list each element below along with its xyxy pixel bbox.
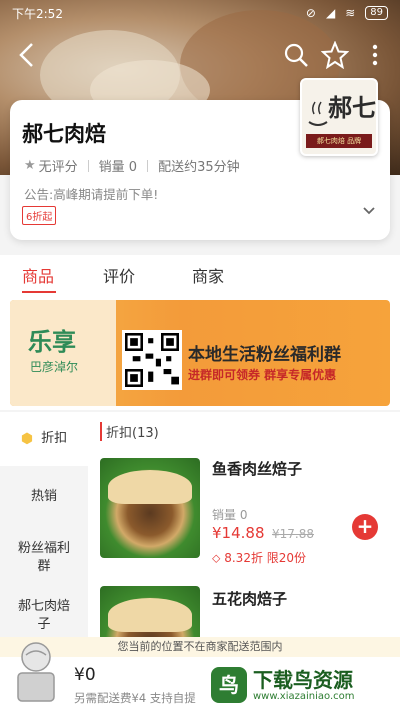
store-notice: 公告:高峰期请提前下单! <box>24 187 159 202</box>
logo-text: 郝七 <box>328 93 376 122</box>
delivery-time: 配送约35分钟 <box>158 160 240 175</box>
product-list: 折扣(13) 鱼香肉丝焙子 销量 0 ¥14.88 ¥17.88 ⬦ 8.32折… <box>88 412 400 642</box>
category-haoqi[interactable]: 郝七肉焙子 <box>0 598 88 634</box>
product-price: ¥14.88 <box>212 524 265 542</box>
status-time: 下午2:52 <box>12 6 63 21</box>
back-icon <box>19 43 33 67</box>
promo-title: 本地生活粉丝福利群 <box>188 345 341 365</box>
discount-badge: 6折起 <box>22 206 57 225</box>
search-icon <box>284 43 308 67</box>
watermark-title: 下载鸟资源 <box>253 667 353 692</box>
watermark: 鸟 下载鸟资源 www.xiazainiao.com <box>205 660 400 710</box>
watermark-url: www.xiazainiao.com <box>253 690 355 702</box>
store-tabs: 商品 评价 商家 <box>0 255 400 295</box>
divider <box>147 159 149 172</box>
product-image[interactable] <box>100 586 200 642</box>
product-name[interactable]: 五花肉焙子 <box>212 588 287 609</box>
mute-icon: ⊘ <box>305 6 316 20</box>
product-old-price: ¥17.88 <box>272 527 314 541</box>
tab-merchant[interactable]: 商家 <box>192 263 224 287</box>
promo-logo-main: 乐享 <box>28 328 76 356</box>
category-hot[interactable]: 热销 <box>0 488 88 506</box>
section-title: 折扣(13) <box>100 422 159 441</box>
tag-icon: ⬦ <box>212 551 221 565</box>
cart-total: ¥0 <box>74 665 96 685</box>
chevron-down-icon[interactable] <box>362 206 376 216</box>
category-fans-group[interactable]: 粉丝福利群 <box>0 540 88 576</box>
product-discount: ⬦ 8.32折 限20份 <box>212 549 306 566</box>
product-name[interactable]: 鱼香肉丝焙子 <box>212 458 302 479</box>
star-icon <box>321 41 349 69</box>
promo-logo-area: 乐享 巴彦淖尔 <box>10 300 116 406</box>
category-discount[interactable]: ⬢ 折扣 <box>0 412 88 466</box>
qr-code-icon <box>122 330 182 390</box>
tab-reviews[interactable]: 评价 <box>103 263 135 287</box>
promo-logo-sub: 巴彦淖尔 <box>30 360 79 374</box>
store-rating: 无评分 <box>38 160 78 175</box>
store-logo: 郝七 郝七肉焙 品牌 <box>300 78 378 156</box>
product-discount-text: 8.32折 限20份 <box>224 551 307 565</box>
discount-icon: ⬢ <box>20 431 34 447</box>
battery-icon: 89 <box>365 6 388 20</box>
back-button[interactable] <box>10 38 44 72</box>
rating-star-icon: ★ <box>24 158 36 173</box>
status-bar: 下午2:52 ⊘ ◢ ≋ 89 <box>0 0 400 26</box>
product-image[interactable] <box>100 458 200 558</box>
bird-logo-icon: 鸟 <box>211 667 247 703</box>
promo-subtitle: 进群即可领券 群享专属优惠 <box>188 368 337 382</box>
promo-banner[interactable]: 乐享 巴彦淖尔 本地生活粉丝福利群 进群即可领券 群享专属优惠 <box>10 300 390 406</box>
category-sidebar: ⬢ 折扣 热销 粉丝福利群 郝七肉焙子 <box>0 412 88 642</box>
favorite-button[interactable] <box>318 38 352 72</box>
signal-icon: ◢ <box>325 6 336 20</box>
store-sales: 销量 0 <box>98 160 138 175</box>
active-tab-indicator <box>22 291 56 293</box>
more-button[interactable] <box>358 38 392 72</box>
wifi-icon: ≋ <box>345 6 356 20</box>
delivery-range-warning: 您当前的位置不在商家配送范围内 <box>0 637 400 657</box>
more-vertical-icon <box>372 44 378 66</box>
logo-bar: 郝七肉焙 品牌 <box>306 134 372 148</box>
add-to-cart-button[interactable]: + <box>352 514 378 540</box>
search-button[interactable] <box>279 38 313 72</box>
divider <box>87 159 89 172</box>
category-label: 折扣 <box>41 431 68 446</box>
cart-icon[interactable] <box>12 637 60 705</box>
product-sales: 销量 0 <box>212 508 248 522</box>
store-name: 郝七肉焙 <box>22 122 106 146</box>
store-meta: ★ 无评分 销量 0 配送约35分钟 <box>24 156 240 175</box>
delivery-fee: 另需配送费¥4 支持自提 <box>74 691 196 705</box>
tab-products[interactable]: 商品 <box>22 263 54 287</box>
